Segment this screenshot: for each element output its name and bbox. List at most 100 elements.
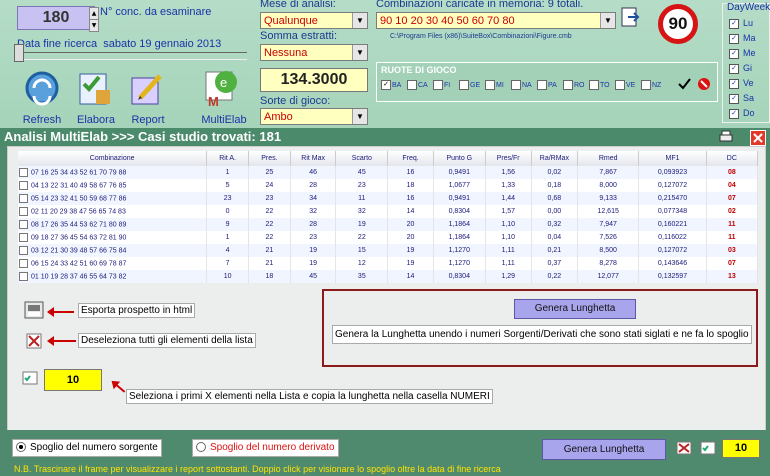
table-cell: 11	[335, 192, 389, 205]
table-cell: 0,02	[531, 166, 579, 179]
uncheck-all-icon[interactable]	[697, 77, 711, 91]
column-header[interactable]: Punto G	[433, 151, 486, 166]
column-header[interactable]: Pres.	[248, 151, 291, 166]
ruota-checkbox-ca[interactable]: CA	[407, 80, 428, 92]
ruota-checkbox-ve[interactable]: VE	[615, 80, 635, 92]
column-header[interactable]: Rit Max	[290, 151, 337, 166]
check-all-icon[interactable]	[677, 77, 691, 91]
table-cell: 0,00	[531, 205, 579, 218]
column-header[interactable]: Rmed	[577, 151, 640, 166]
table-row[interactable]: 02 11 20 29 38 47 56 65 74 83 0 22 32 32 14 0,…	[18, 205, 759, 218]
date-slider[interactable]	[17, 52, 247, 60]
column-header[interactable]: Scarto	[335, 151, 389, 166]
table-row[interactable]: 07 16 25 34 43 52 61 70 79 88 1 25 46 45 16 0,…	[18, 166, 759, 179]
table-row[interactable]: 08 17 26 35 44 53 62 71 80 89 9 22 28 19 20 1,…	[18, 218, 759, 231]
mese-select[interactable]: Qualunque ▼	[260, 12, 368, 29]
row-checkbox[interactable]	[19, 272, 28, 281]
combination-cell[interactable]: 04 13 22 31 40 49 58 67 76 85	[18, 179, 208, 192]
html-export-icon[interactable]	[24, 301, 44, 319]
row-checkbox[interactable]	[19, 194, 28, 203]
refresh-label[interactable]: Refresh	[12, 114, 72, 126]
combination-cell[interactable]: 03 12 21 30 39 48 57 66 75 84	[18, 244, 208, 257]
table-row[interactable]: 01 10 19 28 37 46 55 64 73 82 10 18 45 35 14 0…	[18, 270, 759, 283]
report-icon[interactable]	[126, 68, 170, 112]
column-header[interactable]: Combinazione	[18, 151, 208, 166]
dayweek-checkbox-ve[interactable]: ✓ Ve	[729, 78, 754, 89]
combination-cell[interactable]: 01 10 19 28 37 46 55 64 73 82	[18, 270, 208, 283]
spin-down-icon[interactable]: ▼	[89, 19, 99, 32]
ruota-checkbox-ge[interactable]: GE	[459, 80, 480, 92]
table-row[interactable]: 05 14 23 32 41 50 59 68 77 86 23 23 34 11 16 0…	[18, 192, 759, 205]
dayweek-checkbox-ma[interactable]: ✓ Ma	[729, 33, 756, 44]
column-header[interactable]: Freq.	[387, 151, 434, 166]
radio-derivato[interactable]: Spoglio del numero derivato	[192, 439, 339, 457]
row-checkbox[interactable]	[19, 181, 28, 190]
table-cell: 0,8304	[433, 205, 486, 218]
dayweek-checkbox-lu[interactable]: ✓ Lu	[729, 18, 753, 29]
dayweek-checkbox-do[interactable]: ✓ Do	[729, 108, 755, 119]
deselect-icon[interactable]	[26, 333, 44, 349]
row-checkbox[interactable]	[19, 233, 28, 242]
print-icon[interactable]	[718, 130, 734, 144]
sorte-select[interactable]: Ambo ▼	[260, 108, 368, 125]
table-cell: 1,1864	[433, 218, 486, 231]
table-row[interactable]: 09 18 27 36 45 54 63 72 81 90 1 22 23 22 20 1,…	[18, 231, 759, 244]
select-x-icon[interactable]	[700, 441, 718, 455]
combination-cell[interactable]: 08 17 26 35 44 53 62 71 80 89	[18, 218, 208, 231]
ruota-checkbox-mi[interactable]: MI	[485, 80, 504, 92]
elabora-label[interactable]: Elabora	[66, 114, 126, 126]
elabora-icon[interactable]	[74, 68, 118, 112]
ruota-label: NZ	[652, 81, 662, 89]
column-header[interactable]: MF1	[638, 151, 707, 166]
row-checkbox[interactable]	[19, 246, 28, 255]
column-header[interactable]: Rit A.	[206, 151, 249, 166]
dayweek-checkbox-me[interactable]: ✓ Me	[729, 48, 756, 59]
combination-cell[interactable]: 05 14 23 32 41 50 59 68 77 86	[18, 192, 208, 205]
ruota-checkbox-na[interactable]: NA	[511, 80, 532, 92]
row-checkbox[interactable]	[19, 207, 28, 216]
date-slider-thumb[interactable]	[14, 44, 24, 62]
multielab-icon[interactable]: eM	[200, 66, 244, 110]
table-cell: 13	[706, 270, 759, 283]
close-icon[interactable]	[750, 130, 766, 146]
row-checkbox[interactable]	[19, 168, 28, 177]
ruota-checkbox-fi[interactable]: FI	[433, 80, 450, 92]
genera-lunghetta-button[interactable]: Genera Lunghetta	[514, 299, 636, 319]
column-header[interactable]: DC	[706, 151, 759, 166]
column-header[interactable]: Ra/RMax	[531, 151, 579, 166]
row-checkbox[interactable]	[19, 259, 28, 268]
combination-cell[interactable]: 07 16 25 34 43 52 61 70 79 88	[18, 166, 208, 179]
load-file-icon[interactable]	[620, 6, 642, 28]
ruota-checkbox-nz[interactable]: NZ	[641, 80, 661, 92]
dayweek-checkbox-gi[interactable]: ✓ Gi	[729, 63, 752, 74]
dayweek-checkbox-sa[interactable]: ✓ Sa	[729, 93, 754, 104]
combination-cell[interactable]: 02 11 20 29 38 47 56 65 74 83	[18, 205, 208, 218]
somma-select[interactable]: Nessuna ▼	[260, 44, 368, 61]
x-elements-input-bottom[interactable]: 10	[722, 439, 760, 458]
genera-lunghetta-button-bottom[interactable]: Genera Lunghetta	[542, 439, 666, 460]
x-elements-input[interactable]: 10	[44, 369, 102, 391]
combination-cell[interactable]: 06 15 24 33 42 51 60 69 78 87	[18, 257, 208, 270]
table-cell: 1,33	[485, 179, 532, 192]
ruota-checkbox-ro[interactable]: RO	[563, 80, 585, 92]
table-row[interactable]: 06 15 24 33 42 51 60 69 78 87 7 21 19 12 19 1,…	[18, 257, 759, 270]
refresh-icon[interactable]	[22, 68, 66, 112]
ruota-checkbox-pa[interactable]: PA	[537, 80, 557, 92]
row-checkbox[interactable]	[19, 220, 28, 229]
select-x-icon[interactable]	[22, 371, 38, 385]
radio-sorgente[interactable]: Spoglio del numero sorgente	[12, 439, 162, 457]
deselect-icon[interactable]	[676, 441, 694, 455]
column-header[interactable]: Pres/Fr	[485, 151, 532, 166]
report-label[interactable]: Report	[118, 114, 178, 126]
conc-count-box[interactable]: 180	[17, 6, 95, 30]
multielab-label[interactable]: MultiElab	[194, 114, 254, 126]
dayweek-label: Ve	[743, 78, 754, 88]
table-cell: 1,11	[485, 257, 532, 270]
combination-cell[interactable]: 09 18 27 36 45 54 63 72 81 90	[18, 231, 208, 244]
ruota-checkbox-to[interactable]: TO	[589, 80, 610, 92]
table-cell: 20	[387, 231, 434, 244]
ruota-checkbox-ba[interactable]: ✓ BA	[381, 80, 401, 92]
comb-select[interactable]: 90 10 20 30 40 50 60 70 80 ▼	[376, 12, 616, 29]
table-row[interactable]: 04 13 22 31 40 49 58 67 76 85 5 24 28 23 18 1,…	[18, 179, 759, 192]
table-row[interactable]: 03 12 21 30 39 48 57 66 75 84 4 21 19 15 19 1,…	[18, 244, 759, 257]
